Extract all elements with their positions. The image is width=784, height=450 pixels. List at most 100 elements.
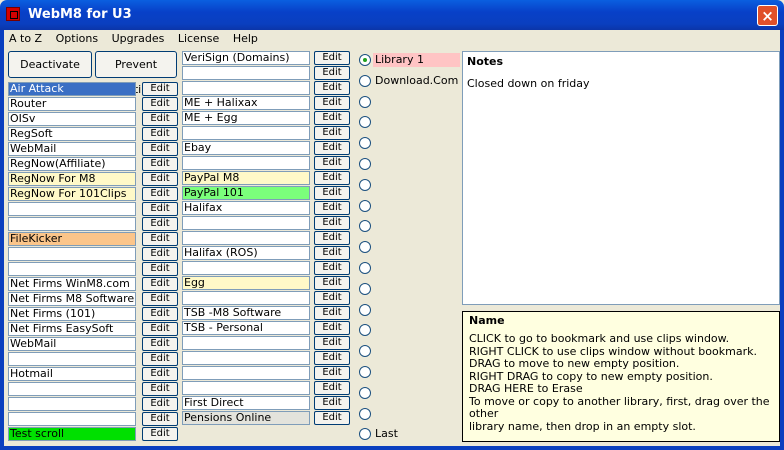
bookmark-slot[interactable]: WebMail — [8, 337, 136, 351]
edit-button[interactable]: Edit — [142, 292, 178, 306]
library-radio[interactable] — [359, 54, 371, 66]
edit-button[interactable]: Edit — [142, 217, 178, 231]
library-label[interactable]: Library 1 — [373, 53, 460, 67]
bookmark-slot[interactable] — [8, 262, 136, 276]
edit-button[interactable]: Edit — [142, 397, 178, 411]
library-radio[interactable] — [359, 408, 371, 420]
edit-button[interactable]: Edit — [142, 412, 178, 426]
edit-button[interactable]: Edit — [314, 291, 350, 305]
edit-button[interactable]: Edit — [314, 366, 350, 380]
bookmark-slot[interactable] — [8, 202, 136, 216]
bookmark-slot[interactable] — [182, 351, 310, 365]
edit-button[interactable]: Edit — [142, 367, 178, 381]
notes-body[interactable]: Closed down on friday — [463, 71, 779, 96]
edit-button[interactable]: Edit — [142, 352, 178, 366]
edit-button[interactable]: Edit — [314, 276, 350, 290]
app-icon[interactable] — [6, 7, 20, 21]
bookmark-slot[interactable]: Net Firms WinM8.com — [8, 277, 136, 291]
library-radio[interactable] — [359, 116, 371, 128]
library-radio[interactable] — [359, 387, 371, 399]
edit-button[interactable]: Edit — [142, 247, 178, 261]
library-radio[interactable] — [359, 366, 371, 378]
bookmark-slot[interactable]: Test scroll — [8, 427, 136, 441]
edit-button[interactable]: Edit — [142, 82, 178, 96]
bookmark-slot[interactable]: Hotmail — [8, 367, 136, 381]
library-radio[interactable] — [359, 345, 371, 357]
menu-a-to-z[interactable]: A to Z — [4, 30, 47, 47]
bookmark-slot[interactable]: VeriSign (Domains) — [182, 51, 310, 65]
edit-button[interactable]: Edit — [314, 411, 350, 425]
bookmark-slot[interactable]: RegNow(Affiliate) — [8, 157, 136, 171]
edit-button[interactable]: Edit — [142, 202, 178, 216]
edit-button[interactable]: Edit — [314, 216, 350, 230]
library-radio[interactable] — [359, 96, 371, 108]
close-button[interactable]: × — [757, 5, 778, 26]
bookmark-slot[interactable]: Egg — [182, 276, 310, 290]
edit-button[interactable]: Edit — [314, 111, 350, 125]
bookmark-slot[interactable]: TSB -M8 Software — [182, 306, 310, 320]
bookmark-slot[interactable] — [182, 216, 310, 230]
edit-button[interactable]: Edit — [142, 262, 178, 276]
edit-button[interactable]: Edit — [314, 51, 350, 65]
library-radio[interactable] — [359, 324, 371, 336]
menu-help[interactable]: Help — [228, 30, 263, 47]
deactivate-button[interactable]: Deactivate — [8, 51, 92, 78]
edit-button[interactable]: Edit — [142, 382, 178, 396]
edit-button[interactable]: Edit — [142, 127, 178, 141]
bookmark-slot[interactable]: Halifax — [182, 201, 310, 215]
edit-button[interactable]: Edit — [314, 381, 350, 395]
menu-license[interactable]: License — [173, 30, 224, 47]
bookmark-slot[interactable] — [182, 336, 310, 350]
bookmark-slot[interactable]: WebMail — [8, 142, 136, 156]
library-label[interactable]: Download.Com — [373, 74, 458, 88]
library-label[interactable]: Last — [373, 427, 398, 441]
bookmark-slot[interactable] — [182, 366, 310, 380]
library-radio[interactable] — [359, 262, 371, 274]
edit-button[interactable]: Edit — [314, 141, 350, 155]
edit-button[interactable]: Edit — [142, 337, 178, 351]
library-radio[interactable] — [359, 304, 371, 316]
bookmark-slot[interactable] — [8, 217, 136, 231]
info-panel[interactable]: Name CLICK to go to bookmark and use cli… — [462, 311, 780, 442]
notes-panel[interactable]: Notes Closed down on friday — [462, 51, 780, 305]
bookmark-slot[interactable]: FileKicker — [8, 232, 136, 246]
edit-button[interactable]: Edit — [314, 321, 350, 335]
bookmark-slot[interactable]: Halifax (ROS) — [182, 246, 310, 260]
bookmark-slot[interactable] — [182, 126, 310, 140]
edit-button[interactable]: Edit — [314, 351, 350, 365]
edit-button[interactable]: Edit — [314, 336, 350, 350]
bookmark-slot[interactable] — [182, 381, 310, 395]
edit-button[interactable]: Edit — [142, 277, 178, 291]
menu-upgrades[interactable]: Upgrades — [107, 30, 170, 47]
edit-button[interactable]: Edit — [142, 427, 178, 441]
bookmark-slot[interactable] — [182, 81, 310, 95]
bookmark-slot[interactable]: ME + Halixax — [182, 96, 310, 110]
bookmark-slot[interactable] — [8, 382, 136, 396]
edit-button[interactable]: Edit — [142, 112, 178, 126]
bookmark-slot[interactable]: Router — [8, 97, 136, 111]
edit-button[interactable]: Edit — [314, 186, 350, 200]
library-radio[interactable] — [359, 200, 371, 212]
edit-button[interactable]: Edit — [142, 172, 178, 186]
bookmark-slot[interactable]: PayPal 101 — [182, 186, 310, 200]
bookmark-slot[interactable] — [8, 397, 136, 411]
library-radio[interactable] — [359, 220, 371, 232]
bookmark-slot[interactable]: RegNow For M8 — [8, 172, 136, 186]
edit-button[interactable]: Edit — [314, 126, 350, 140]
edit-button[interactable]: Edit — [314, 171, 350, 185]
edit-button[interactable]: Edit — [314, 261, 350, 275]
bookmark-slot[interactable]: Net Firms EasySoft — [8, 322, 136, 336]
bookmark-slot[interactable]: First Direct — [182, 396, 310, 410]
bookmark-slot[interactable]: Ebay — [182, 141, 310, 155]
library-radio[interactable] — [359, 241, 371, 253]
prevent-editing-button[interactable]: Prevent Editing — [95, 51, 177, 96]
edit-button[interactable]: Edit — [142, 97, 178, 111]
edit-button[interactable]: Edit — [314, 246, 350, 260]
edit-button[interactable]: Edit — [142, 232, 178, 246]
bookmark-slot[interactable] — [182, 66, 310, 80]
edit-button[interactable]: Edit — [314, 156, 350, 170]
bookmark-slot[interactable]: OISv — [8, 112, 136, 126]
edit-button[interactable]: Edit — [142, 187, 178, 201]
bookmark-slot[interactable]: Net Firms (101) — [8, 307, 136, 321]
library-radio[interactable] — [359, 283, 371, 295]
